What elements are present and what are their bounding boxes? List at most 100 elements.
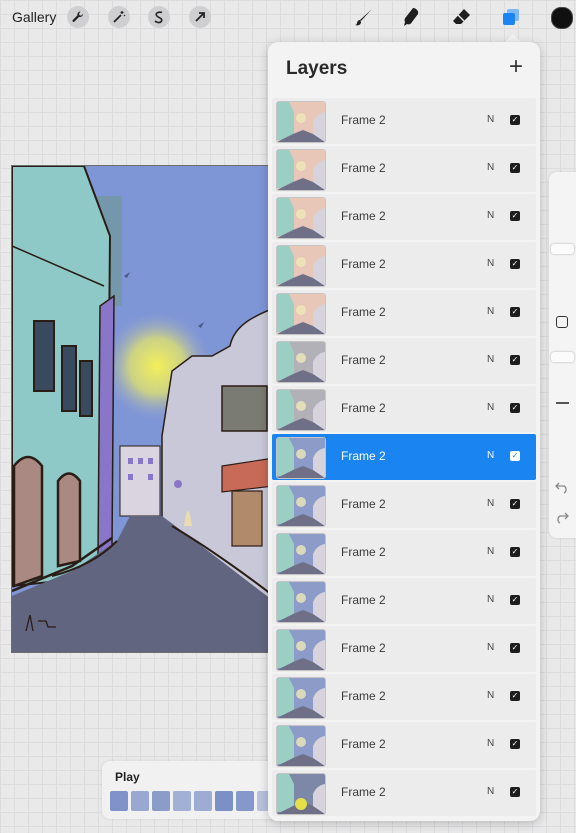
gallery-button[interactable]: Gallery xyxy=(12,9,56,25)
layer-thumbnail xyxy=(276,437,326,479)
timeline-frame[interactable] xyxy=(215,791,233,811)
smudge-icon[interactable] xyxy=(400,6,422,28)
side-controls xyxy=(549,172,576,538)
visibility-checkbox[interactable]: ✓ xyxy=(510,547,520,557)
visibility-checkbox[interactable]: ✓ xyxy=(510,259,520,269)
blend-mode-button[interactable]: N xyxy=(487,786,494,797)
undo-icon[interactable] xyxy=(554,480,570,494)
blend-mode-button[interactable]: N xyxy=(487,354,494,365)
play-button[interactable]: Play xyxy=(115,770,140,784)
layer-name: Frame 2 xyxy=(341,257,386,271)
visibility-checkbox[interactable]: ✓ xyxy=(510,739,520,749)
layer-thumbnail xyxy=(276,581,326,623)
layer-row[interactable]: Frame 2 N ✓ xyxy=(272,290,536,336)
layer-row[interactable]: Frame 2 N ✓ xyxy=(272,674,536,720)
blend-mode-button[interactable]: N xyxy=(487,402,494,413)
brush-size-slider-handle[interactable] xyxy=(551,244,574,254)
blend-mode-button[interactable]: N xyxy=(487,642,494,653)
visibility-checkbox[interactable]: ✓ xyxy=(510,355,520,365)
timeline-frame[interactable] xyxy=(131,791,149,811)
blend-mode-button[interactable]: N xyxy=(487,498,494,509)
layer-name: Frame 2 xyxy=(341,161,386,175)
layer-name: Frame 2 xyxy=(341,785,386,799)
blend-mode-button[interactable]: N xyxy=(487,210,494,221)
layer-row[interactable]: Frame 2 N ✓ xyxy=(272,98,536,144)
layer-row[interactable]: Frame 2 N ✓ xyxy=(272,770,536,816)
add-layer-button[interactable]: + xyxy=(505,54,527,80)
layer-thumbnail xyxy=(276,485,326,527)
layer-row[interactable]: Frame 2 N ✓ xyxy=(272,482,536,528)
layer-row[interactable]: Frame 2 N ✓ xyxy=(272,146,536,192)
street-artwork xyxy=(12,166,280,652)
magic-wand-icon[interactable] xyxy=(108,6,130,28)
layer-name: Frame 2 xyxy=(341,593,386,607)
layer-name: Frame 2 xyxy=(341,113,386,127)
layer-row[interactable]: Frame 2 N ✓ xyxy=(272,722,536,768)
selection-icon[interactable] xyxy=(148,6,170,28)
visibility-checkbox[interactable]: ✓ xyxy=(510,163,520,173)
layer-thumbnail xyxy=(276,245,326,287)
layer-name: Frame 2 xyxy=(341,641,386,655)
visibility-checkbox[interactable]: ✓ xyxy=(510,691,520,701)
animation-assist-bar: Play xyxy=(102,761,282,819)
timeline-frame[interactable] xyxy=(194,791,212,811)
layer-row[interactable]: Frame 2 N ✓ xyxy=(272,338,536,384)
visibility-checkbox[interactable]: ✓ xyxy=(510,115,520,125)
square-icon[interactable] xyxy=(556,316,568,328)
timeline-frame[interactable] xyxy=(173,791,191,811)
visibility-checkbox[interactable]: ✓ xyxy=(510,643,520,653)
visibility-checkbox[interactable]: ✓ xyxy=(510,307,520,317)
top-toolbar: Gallery xyxy=(0,0,576,34)
blend-mode-button[interactable]: N xyxy=(487,162,494,173)
timeline-frame[interactable] xyxy=(236,791,254,811)
layer-row[interactable]: Frame 2 N ✓ xyxy=(272,578,536,624)
layer-thumbnail xyxy=(276,293,326,335)
layer-name: Frame 2 xyxy=(341,401,386,415)
layer-name: Frame 2 xyxy=(341,353,386,367)
layer-row[interactable]: Frame 2 N ✓ xyxy=(272,530,536,576)
blend-mode-button[interactable]: N xyxy=(487,450,494,461)
layer-thumbnail xyxy=(276,389,326,431)
layer-row[interactable]: Frame 2 N ✓ xyxy=(272,386,536,432)
layer-thumbnail xyxy=(276,149,326,191)
visibility-checkbox[interactable]: ✓ xyxy=(510,211,520,221)
timeline-frame[interactable] xyxy=(152,791,170,811)
layer-thumbnail xyxy=(276,197,326,239)
transform-arrow-icon[interactable] xyxy=(189,6,211,28)
layer-thumbnail xyxy=(276,101,326,143)
visibility-checkbox[interactable]: ✓ xyxy=(510,451,520,461)
layer-thumbnail xyxy=(276,629,326,671)
layer-thumbnail xyxy=(276,725,326,767)
layer-thumbnail xyxy=(276,341,326,383)
layer-thumbnail xyxy=(276,773,326,815)
layer-row[interactable]: Frame 2 N ✓ xyxy=(272,194,536,240)
visibility-checkbox[interactable]: ✓ xyxy=(510,403,520,413)
blend-mode-button[interactable]: N xyxy=(487,306,494,317)
eraser-icon[interactable] xyxy=(450,6,472,28)
wrench-icon[interactable] xyxy=(67,6,89,28)
blend-mode-button[interactable]: N xyxy=(487,258,494,269)
opacity-slider-handle[interactable] xyxy=(551,352,574,362)
blend-mode-button[interactable]: N xyxy=(487,114,494,125)
frame-timeline xyxy=(110,791,275,811)
visibility-checkbox[interactable]: ✓ xyxy=(510,499,520,509)
layer-row[interactable]: Frame 2 N ✓ xyxy=(272,242,536,288)
blend-mode-button[interactable]: N xyxy=(487,546,494,557)
blend-mode-button[interactable]: N xyxy=(487,690,494,701)
visibility-checkbox[interactable]: ✓ xyxy=(510,787,520,797)
redo-icon[interactable] xyxy=(554,510,570,524)
layer-name: Frame 2 xyxy=(341,449,386,463)
color-picker-button[interactable] xyxy=(551,7,573,29)
layer-name: Frame 2 xyxy=(341,737,386,751)
layer-name: Frame 2 xyxy=(341,545,386,559)
brush-icon[interactable] xyxy=(353,6,375,28)
blend-mode-button[interactable]: N xyxy=(487,738,494,749)
layer-thumbnail xyxy=(276,533,326,575)
drawing-canvas[interactable] xyxy=(11,165,281,653)
blend-mode-button[interactable]: N xyxy=(487,594,494,605)
layers-icon[interactable] xyxy=(500,6,522,28)
layer-row[interactable]: Frame 2 N ✓ xyxy=(272,626,536,672)
timeline-frame[interactable] xyxy=(110,791,128,811)
layer-row[interactable]: Frame 2 N ✓ xyxy=(272,434,536,480)
visibility-checkbox[interactable]: ✓ xyxy=(510,595,520,605)
